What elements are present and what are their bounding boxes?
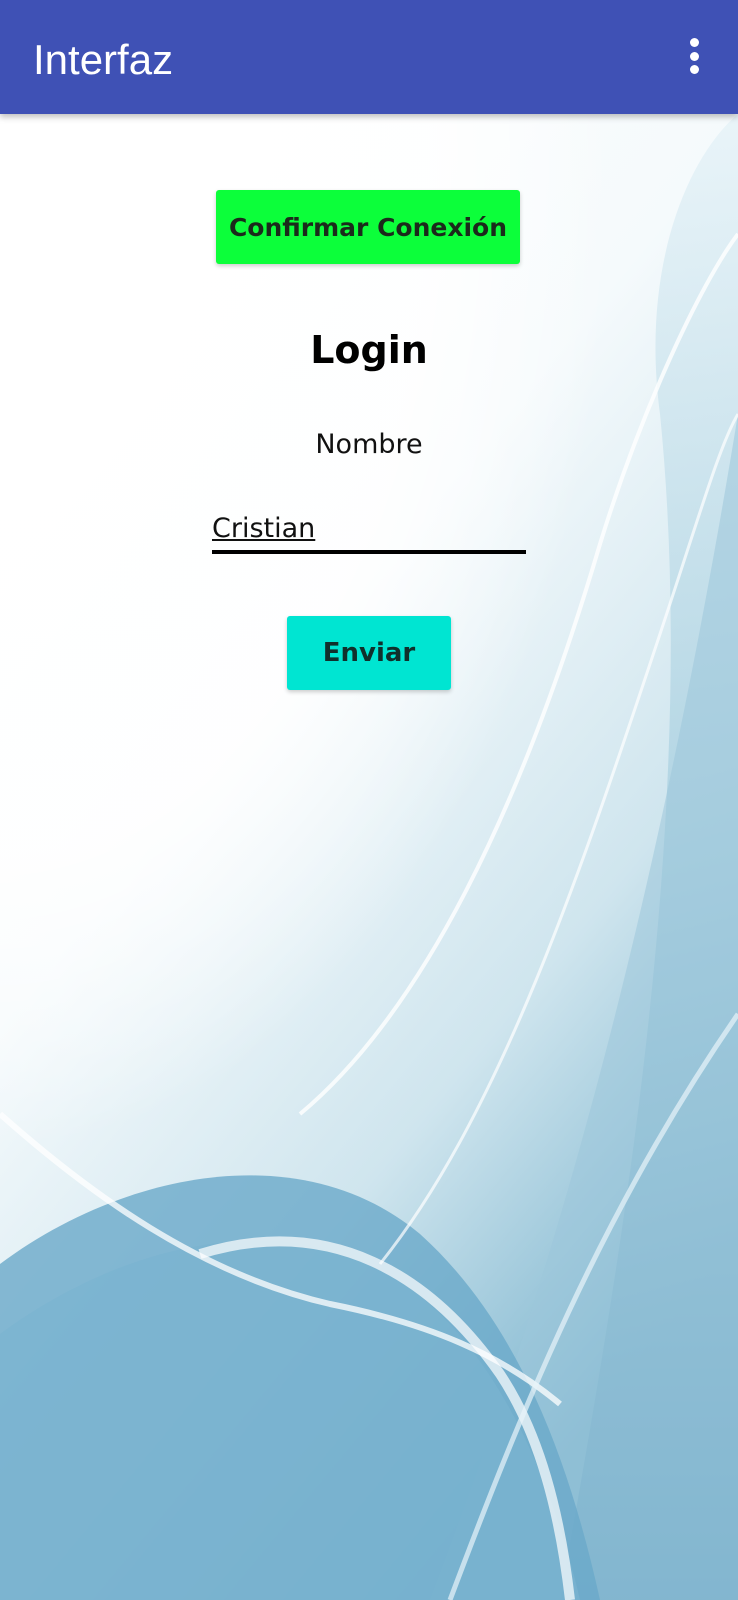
- main-content: Confirmar Conexión Login Nombre Enviar: [0, 114, 738, 1600]
- send-button[interactable]: Enviar: [287, 616, 451, 690]
- app-title: Interfaz: [33, 36, 174, 83]
- more-vert-icon[interactable]: [674, 36, 714, 76]
- login-title: Login: [310, 328, 428, 372]
- menu-dot: [689, 38, 699, 47]
- name-input[interactable]: [212, 506, 526, 554]
- confirm-connection-button[interactable]: Confirmar Conexión: [216, 190, 520, 264]
- app-bar: Interfaz: [0, 0, 738, 114]
- menu-dot: [689, 51, 699, 61]
- name-label: Nombre: [315, 429, 423, 460]
- menu-dot: [689, 65, 699, 74]
